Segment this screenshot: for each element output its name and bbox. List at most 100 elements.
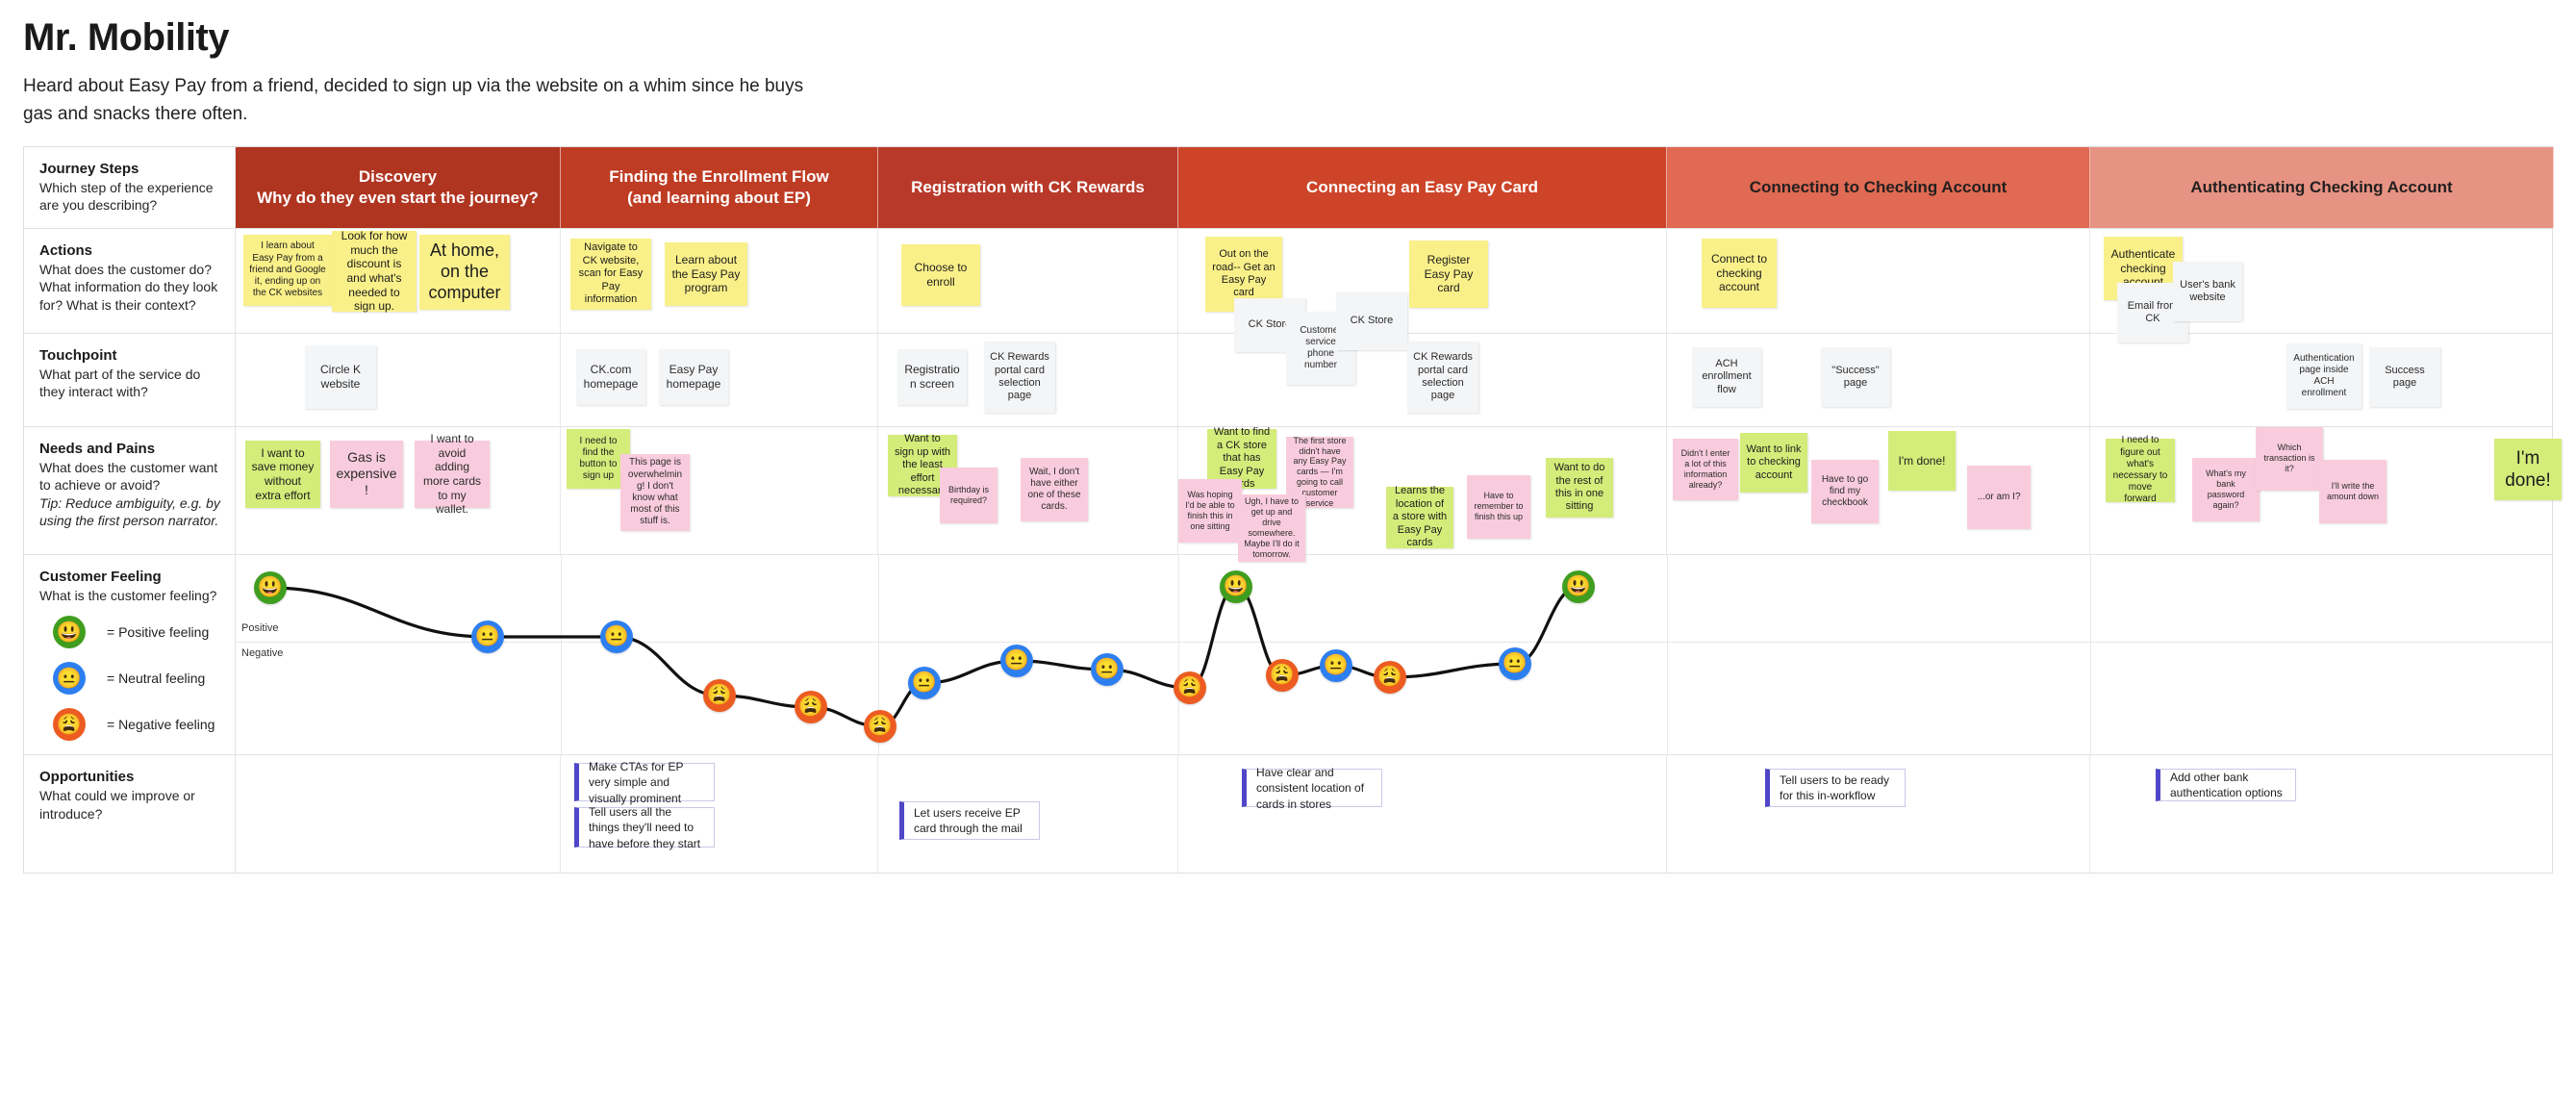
cell-inner: Circle K website	[236, 334, 560, 426]
touchpoints-cell-2: CK.com homepage Easy Pay homepage	[561, 333, 878, 426]
feeling-marker-neu[interactable]: 😐	[1091, 652, 1124, 686]
stage-header-1[interactable]: Discovery Why do they even start the jour…	[236, 147, 561, 228]
feeling-marker-neg[interactable]: 😩	[1266, 658, 1299, 692]
needs-note[interactable]: Have to go find my checkbook	[1811, 459, 1879, 523]
stage-title: Connecting to Checking Account	[1749, 178, 2008, 197]
touchpoint-cells: Circle K website CK.com homepage Easy Pay …	[236, 333, 2554, 426]
feeling-marker-pos[interactable]: 😃	[1562, 570, 1595, 603]
needs-note[interactable]: I'm done!	[1888, 430, 1956, 491]
needs-note[interactable]: Have to remember to finish this up	[1467, 474, 1530, 539]
needs-note[interactable]: This page is overwhelming! I don't know …	[620, 453, 690, 531]
needs-note[interactable]: I'm done!	[2494, 438, 2562, 500]
needs-note[interactable]: Was hoping I'd be able to finish this in…	[1178, 478, 1242, 543]
feeling-marker-pos[interactable]: 😃	[254, 570, 287, 604]
actions-note[interactable]: Connect to checking account	[1702, 238, 1777, 308]
feeling-legend: 😃 = Positive feeling 😐 = Neutral feeling 😩 = …	[39, 616, 221, 742]
touchpoints-note[interactable]: Authentication page inside ACH enrollmen…	[2286, 342, 2361, 409]
touchpoints-note[interactable]: CK.com homepage	[576, 348, 645, 405]
touchpoints-note[interactable]: CK Rewards portal card selection page	[1407, 341, 1478, 413]
feeling-marker-neu[interactable]: 😐	[1320, 648, 1352, 682]
touchpoints-note[interactable]: Success page	[2369, 346, 2440, 407]
row-label-journey-steps: Journey Steps Which step of the experien…	[24, 147, 236, 228]
feeling-marker-neu[interactable]: 😐	[600, 620, 633, 653]
opportunity-card[interactable]: Let users receive EP card through the ma…	[899, 801, 1040, 841]
cell-inner: I need to figure out what's necessary to…	[2090, 426, 2562, 554]
touchpoints-note[interactable]: Registration screen	[897, 348, 967, 405]
actions-note[interactable]: Register Easy Pay card	[1409, 240, 1488, 308]
touchpoints-cell-3: Registration screen CK Rewards portal car…	[878, 333, 1178, 426]
feeling-marker-neg[interactable]: 😩	[1374, 660, 1406, 694]
opportunity-card[interactable]: Tell users to be ready for this in-workf…	[1765, 769, 1906, 808]
actions-note[interactable]: User's bank website	[2173, 261, 2242, 321]
needs-note[interactable]: Want to do the rest of this in one sitti…	[1546, 457, 1613, 518]
needs-note[interactable]: ...or am I?	[1967, 465, 2031, 529]
stage-header-cells: Discovery Why do they even start the jour…	[236, 147, 2554, 228]
needs-note[interactable]: What's my bank password again?	[2192, 457, 2260, 521]
actions-note[interactable]: At home, on the computer	[419, 234, 510, 310]
row-title: Journey Steps	[39, 161, 139, 177]
needs-note[interactable]: Learns the location of a store with Easy…	[1386, 485, 1453, 548]
touchpoints-cell-5: ACH enrollment flow "Success" page	[1667, 333, 2090, 426]
actions-note[interactable]: Navigate to CK website, scan for Easy Pa…	[570, 238, 651, 310]
opportunity-card[interactable]: Make CTAs for EP very simple and visuall…	[574, 760, 715, 805]
feeling-marker-neg[interactable]: 😩	[795, 690, 827, 723]
cell-inner: Let users receive EP card through the ma…	[878, 755, 1177, 873]
row-desc: What could we improve or introduce?	[39, 788, 195, 822]
opportunities-cell-1	[236, 755, 561, 873]
touchpoints-cell-4: CK Rewards portal card selection page	[1178, 333, 1667, 426]
feeling-marker-neu[interactable]: 😐	[908, 666, 941, 699]
needs-note[interactable]: Ugh, I have to get up and drive somewher…	[1238, 494, 1305, 562]
cell-inner: CK.com homepage Easy Pay homepage	[561, 334, 877, 426]
feeling-curve	[268, 585, 1580, 728]
stage-header-3[interactable]: Registration with CK Rewards	[878, 147, 1178, 228]
actions-row: Actions What does the customer do? What …	[24, 228, 2552, 385]
feeling-marker-neu[interactable]: 😐	[1499, 646, 1531, 680]
actions-cell-2: Navigate to CK website, scan for Easy Pa…	[561, 228, 878, 333]
neg-feeling-icon: 😩	[53, 708, 86, 742]
cell-inner: Connect to checking account	[1667, 229, 2089, 333]
needs-note[interactable]: Which transaction is it?	[2256, 426, 2323, 491]
feeling-marker-neg[interactable]: 😩	[864, 709, 897, 743]
stage-header-5[interactable]: Connecting to Checking Account	[1667, 147, 2090, 228]
needs-note[interactable]: I want to save money without extra effor…	[245, 440, 320, 508]
needs-cell-4: Want to find a CK store that has Easy Pa…	[1178, 426, 1667, 562]
needs-note[interactable]: I need to figure out what's necessary to…	[2106, 435, 2175, 504]
touchpoints-note[interactable]: ACH enrollment flow	[1692, 346, 1761, 407]
opportunity-card[interactable]: Have clear and consistent location of ca…	[1242, 766, 1382, 811]
opportunity-card[interactable]: Tell users all the things they'll need t…	[574, 805, 715, 850]
actions-note[interactable]: Choose to enroll	[901, 243, 980, 306]
touchpoints-note[interactable]: "Success" page	[1821, 346, 1890, 407]
needs-note[interactable]: Gas is expensive!	[330, 440, 403, 508]
feeling-marker-pos[interactable]: 😃	[1220, 570, 1252, 603]
feeling-marker-neg[interactable]: 😩	[703, 678, 736, 712]
stage-header-4[interactable]: Connecting an Easy Pay Card	[1178, 147, 1667, 228]
touchpoints-note[interactable]: Circle K website	[305, 344, 376, 409]
needs-note[interactable]: Wait, I don't have either one of these c…	[1021, 457, 1088, 521]
page-header: Mr. Mobility Heard about Easy Pay from a…	[0, 0, 2576, 128]
row-label-actions: Actions What does the customer do? What …	[24, 228, 236, 333]
cell-inner: ACH enrollment flow "Success" page	[1667, 334, 2089, 426]
actions-note[interactable]: Look for how much the discount is and wh…	[332, 229, 417, 313]
touchpoints-cell-1: Circle K website	[236, 333, 561, 426]
touchpoints-note[interactable]: Easy Pay homepage	[659, 348, 728, 405]
needs-note[interactable]: Birthday is required?	[940, 467, 998, 523]
opportunity-card[interactable]: Add other bank authentication options	[2156, 769, 2296, 802]
legend-item-neu: 😐 = Neutral feeling	[39, 662, 221, 696]
actions-note[interactable]: Learn about the Easy Pay program	[665, 241, 747, 306]
feeling-marker-neu[interactable]: 😐	[1000, 644, 1033, 677]
actions-note[interactable]: I learn about Easy Pay from a friend and…	[243, 234, 332, 306]
row-label-touchpoint: Touchpoint What part of the service do t…	[24, 333, 236, 426]
touchpoints-note[interactable]: CK Rewards portal card selection page	[984, 341, 1055, 413]
feeling-marker-neu[interactable]: 😐	[471, 620, 504, 653]
row-title: Touchpoint	[39, 346, 117, 364]
feeling-marker-neg[interactable]: 😩	[1174, 671, 1206, 704]
needs-note[interactable]: I'll write the amount down	[2319, 459, 2387, 523]
stage-header-6[interactable]: Authenticating Checking Account	[2090, 147, 2554, 228]
needs-note[interactable]: Want to link to checking account	[1740, 432, 1807, 493]
stage-header-2[interactable]: Finding the Enrollment Flow (and learning…	[561, 147, 878, 228]
cell-inner: Add other bank authentication options	[2090, 755, 2554, 873]
legend-label: = Negative feeling	[107, 717, 215, 733]
needs-note[interactable]: I want to avoid adding more cards to my …	[415, 432, 490, 516]
stage-title: Registration with CK Rewards	[911, 178, 1145, 197]
needs-note[interactable]: Didn't I enter a lot of this information…	[1673, 438, 1738, 500]
